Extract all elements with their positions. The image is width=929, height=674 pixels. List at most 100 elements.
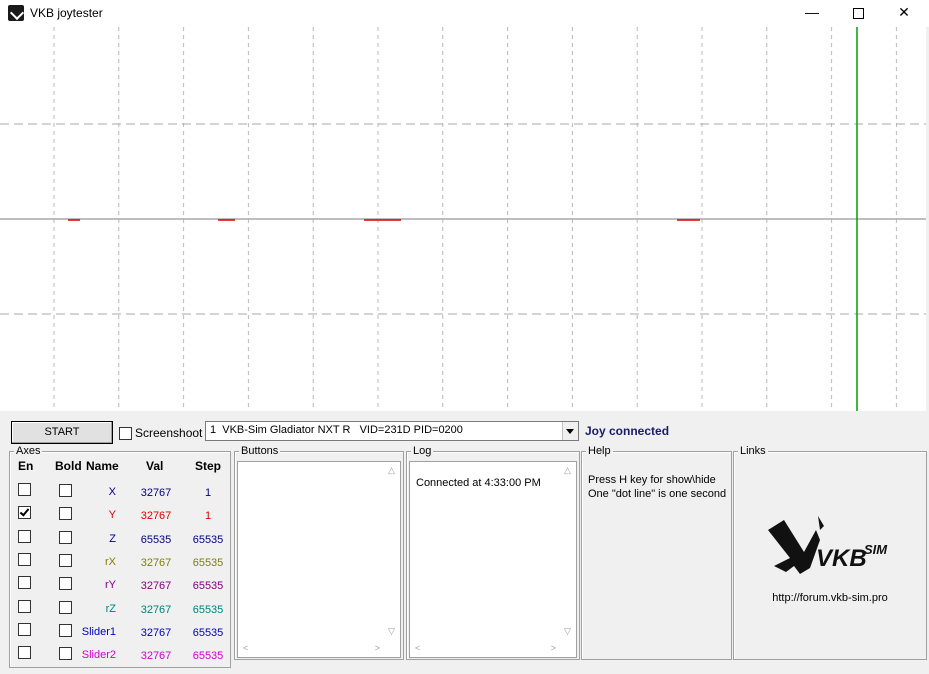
screenshot-label: Screenshoot	[135, 426, 203, 440]
axis-bold-checkbox[interactable]	[59, 577, 72, 591]
col-header-step: Step	[195, 459, 222, 473]
log-group: Log Connected at 4:33:00 PM △ ▽ < >	[406, 445, 580, 660]
scroll-right-icon[interactable]: >	[551, 643, 556, 653]
scroll-down-icon[interactable]: ▽	[388, 626, 395, 637]
minimize-icon[interactable]: —	[789, 0, 835, 27]
log-group-title: Log	[411, 445, 434, 457]
window-title: VKB joytester	[30, 6, 103, 20]
vkbsim-logo: VKB SIM	[768, 516, 888, 574]
axis-step: 65535	[192, 603, 224, 616]
buttons-hscroll[interactable]: < >	[238, 640, 385, 657]
axis-enable-checkbox[interactable]	[18, 576, 31, 590]
axis-step: 65535	[192, 533, 224, 546]
axis-value: 65535	[140, 533, 172, 546]
buttons-group: Buttons △ ▽ < >	[234, 445, 404, 660]
scroll-down-icon[interactable]: ▽	[564, 626, 571, 637]
axes-group: Axes En Bold Name Val Step X 32767 1 Y 32767…	[9, 445, 231, 668]
axis-value: 32767	[140, 580, 172, 593]
axis-row: Y 32767 1	[10, 502, 230, 524]
axis-step: 65535	[192, 650, 224, 663]
axis-bold-checkbox[interactable]	[59, 647, 72, 661]
col-header-en: En	[18, 459, 34, 473]
axis-value: 32767	[140, 626, 172, 639]
scroll-up-icon[interactable]: △	[564, 465, 571, 476]
buttons-list[interactable]: △ ▽ < >	[237, 461, 401, 658]
forum-link[interactable]: http://forum.vkb-sim.pro	[734, 592, 926, 604]
axis-row: rY 32767 65535	[10, 572, 230, 594]
axis-enable-checkbox[interactable]	[18, 506, 31, 520]
col-header-name: Name	[86, 459, 119, 473]
axis-row: Z 65535 65535	[10, 526, 230, 548]
axis-enable-checkbox[interactable]	[18, 552, 31, 566]
axis-step: 65535	[192, 626, 224, 639]
links-group: Links VKB SIM http://forum.vkb-sim.pro	[733, 445, 927, 660]
axis-value: 32767	[140, 650, 172, 663]
axis-row: rZ 32767 65535	[10, 596, 230, 618]
axis-name: Z	[109, 532, 116, 545]
axis-row: Slider1 32767 65535	[10, 619, 230, 641]
scroll-left-icon[interactable]: <	[243, 643, 248, 653]
col-header-bold: Bold	[55, 459, 82, 473]
axis-bold-checkbox[interactable]	[59, 553, 72, 567]
scroll-right-icon[interactable]: >	[375, 643, 380, 653]
graph-canvas	[0, 27, 926, 411]
close-icon[interactable]: ✕	[881, 0, 927, 27]
control-panel: START Screenshoot 1 VKB-Sim Gladiator NX…	[0, 411, 929, 674]
col-header-val: Val	[146, 459, 164, 473]
axis-step: 1	[204, 487, 212, 499]
maximize-icon[interactable]	[835, 0, 881, 27]
axis-step: 65535	[192, 580, 224, 593]
log-vscroll[interactable]: △ ▽	[561, 462, 576, 640]
scroll-up-icon[interactable]: △	[388, 465, 395, 476]
help-line-1: Press H key for show\hide	[588, 474, 716, 486]
axis-row: rX 32767 65535	[10, 549, 230, 571]
axis-step: 65535	[192, 556, 224, 569]
svg-text:VKB: VKB	[816, 545, 867, 572]
axis-name: Slider2	[81, 649, 116, 662]
chevron-down-icon[interactable]	[562, 422, 578, 440]
axis-value: 32767	[140, 556, 172, 569]
buttons-vscroll[interactable]: △ ▽	[385, 462, 400, 640]
help-group-title: Help	[586, 445, 613, 457]
svg-text:SIM: SIM	[864, 542, 888, 557]
screenshot-checkbox[interactable]	[119, 427, 132, 440]
log-list[interactable]: Connected at 4:33:00 PM △ ▽ < >	[409, 461, 577, 658]
axis-bold-checkbox[interactable]	[59, 484, 72, 497]
device-select[interactable]: 1 VKB-Sim Gladiator NXT R VID=231D PID=0…	[205, 421, 579, 441]
vkb-bird-icon	[8, 5, 24, 21]
axis-name: rY	[105, 579, 116, 592]
axis-graph	[0, 27, 926, 411]
axis-name: Slider1	[81, 625, 116, 638]
axis-bold-checkbox[interactable]	[59, 623, 72, 637]
help-line-2: One "dot line" is one second	[588, 488, 727, 500]
scroll-left-icon[interactable]: <	[415, 643, 420, 653]
axis-value: 32767	[140, 487, 172, 499]
axis-row: X 32767 1	[10, 479, 230, 501]
help-group: Help Press H key for show\hide One "dot …	[581, 445, 732, 660]
connection-status: Joy connected	[585, 424, 670, 438]
axis-value: 32767	[140, 603, 172, 616]
help-text: Press H key for show\hide One "dot line"…	[588, 473, 726, 501]
axis-name: Y	[108, 509, 116, 522]
axis-name: X	[108, 486, 116, 498]
axis-row: Slider2 32767 65535	[10, 642, 230, 664]
axis-name: rZ	[105, 602, 116, 615]
axis-enable-checkbox[interactable]	[18, 622, 31, 636]
axis-value: 32767	[140, 510, 172, 523]
axis-bold-checkbox[interactable]	[59, 530, 72, 544]
title-bar: VKB joytester — ✕	[0, 0, 929, 27]
start-button[interactable]: START	[11, 421, 113, 444]
axis-enable-checkbox[interactable]	[18, 529, 31, 543]
axis-name: rX	[105, 555, 116, 568]
log-hscroll[interactable]: < >	[410, 640, 561, 657]
axis-bold-checkbox[interactable]	[59, 507, 72, 521]
links-group-title: Links	[738, 445, 768, 457]
device-select-value: 1 VKB-Sim Gladiator NXT R VID=231D PID=0…	[210, 424, 463, 436]
axis-enable-checkbox[interactable]	[18, 599, 31, 613]
axis-enable-checkbox[interactable]	[18, 483, 31, 496]
axis-enable-checkbox[interactable]	[18, 646, 31, 660]
axis-step: 1	[204, 510, 212, 523]
buttons-group-title: Buttons	[239, 445, 281, 457]
axis-bold-checkbox[interactable]	[59, 600, 72, 614]
axes-group-title: Axes	[14, 445, 43, 457]
